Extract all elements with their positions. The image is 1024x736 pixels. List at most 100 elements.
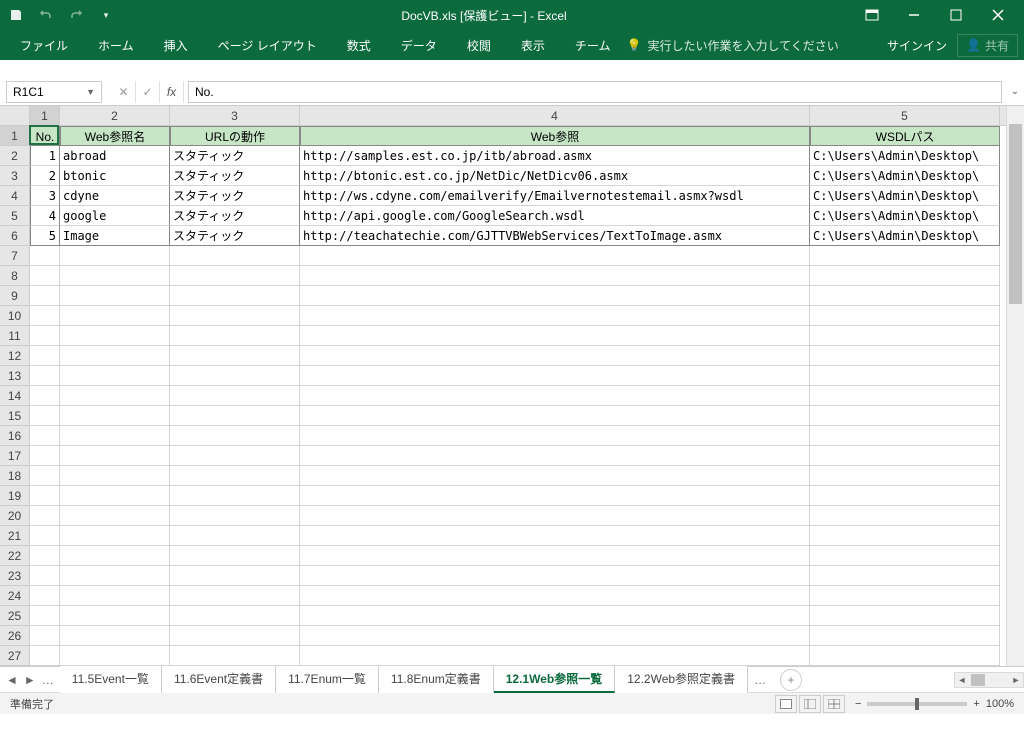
empty-cell[interactable] — [810, 486, 1000, 506]
empty-cell[interactable] — [60, 506, 170, 526]
empty-cell[interactable] — [810, 566, 1000, 586]
data-cell[interactable]: 1 — [30, 146, 60, 166]
row-header[interactable]: 26 — [0, 626, 29, 646]
empty-cell[interactable] — [60, 426, 170, 446]
data-cell[interactable]: C:\Users\Admin\Desktop\ — [810, 166, 1000, 186]
scroll-left-icon[interactable]: ◄ — [955, 675, 969, 685]
data-cell[interactable]: スタティック — [170, 226, 300, 246]
sheet-tab[interactable]: 12.1Web参照一覧 — [494, 666, 615, 693]
empty-cell[interactable] — [60, 646, 170, 666]
empty-cell[interactable] — [30, 366, 60, 386]
row-header[interactable]: 20 — [0, 506, 29, 526]
row-header[interactable]: 13 — [0, 366, 29, 386]
col-header[interactable]: 4 — [300, 106, 810, 125]
tab-formulas[interactable]: 数式 — [333, 31, 385, 60]
empty-cell[interactable] — [30, 386, 60, 406]
empty-cell[interactable] — [810, 246, 1000, 266]
empty-cell[interactable] — [810, 326, 1000, 346]
undo-icon[interactable] — [36, 5, 56, 25]
empty-cell[interactable] — [300, 566, 810, 586]
empty-cell[interactable] — [30, 586, 60, 606]
fx-icon[interactable]: fx — [160, 81, 184, 103]
empty-cell[interactable] — [60, 326, 170, 346]
sheet-more-icon[interactable]: … — [748, 673, 772, 687]
row-header[interactable]: 2 — [0, 146, 29, 166]
sheet-tab[interactable]: 11.6Event定義書 — [162, 666, 276, 693]
empty-cell[interactable] — [300, 546, 810, 566]
empty-cell[interactable] — [30, 646, 60, 666]
tab-data[interactable]: データ — [387, 31, 451, 60]
data-cell[interactable]: abroad — [60, 146, 170, 166]
empty-cell[interactable] — [300, 346, 810, 366]
data-cell[interactable]: http://api.google.com/GoogleSearch.wsdl — [300, 206, 810, 226]
tab-team[interactable]: チーム — [561, 31, 625, 60]
data-cell[interactable]: 2 — [30, 166, 60, 186]
tab-insert[interactable]: 挿入 — [150, 31, 202, 60]
data-cell[interactable]: C:\Users\Admin\Desktop\ — [810, 226, 1000, 246]
sheet-nav-next-icon[interactable]: ► — [24, 673, 36, 687]
row-header[interactable]: 17 — [0, 446, 29, 466]
empty-cell[interactable] — [60, 566, 170, 586]
empty-cell[interactable] — [170, 466, 300, 486]
empty-cell[interactable] — [170, 406, 300, 426]
empty-cell[interactable] — [60, 366, 170, 386]
empty-cell[interactable] — [810, 546, 1000, 566]
empty-cell[interactable] — [810, 446, 1000, 466]
empty-cell[interactable] — [170, 606, 300, 626]
empty-cell[interactable] — [300, 306, 810, 326]
empty-cell[interactable] — [60, 606, 170, 626]
row-header[interactable]: 25 — [0, 606, 29, 626]
empty-cell[interactable] — [30, 466, 60, 486]
empty-cell[interactable] — [810, 586, 1000, 606]
empty-cell[interactable] — [30, 566, 60, 586]
empty-cell[interactable] — [300, 286, 810, 306]
data-cell[interactable]: Image — [60, 226, 170, 246]
row-header[interactable]: 19 — [0, 486, 29, 506]
tab-review[interactable]: 校閲 — [453, 31, 505, 60]
sheet-tab[interactable]: 12.2Web参照定義書 — [615, 666, 748, 693]
empty-cell[interactable] — [60, 346, 170, 366]
empty-cell[interactable] — [60, 466, 170, 486]
sheet-tab[interactable]: 11.5Event一覧 — [60, 666, 162, 693]
data-cell[interactable]: http://teachatechie.com/GJTTVBWebService… — [300, 226, 810, 246]
data-cell[interactable]: C:\Users\Admin\Desktop\ — [810, 146, 1000, 166]
empty-cell[interactable] — [810, 646, 1000, 666]
row-header[interactable]: 10 — [0, 306, 29, 326]
tab-page-layout[interactable]: ページ レイアウト — [204, 31, 331, 60]
col-header[interactable]: 3 — [170, 106, 300, 125]
vertical-scrollbar[interactable] — [1006, 106, 1024, 666]
row-header[interactable]: 9 — [0, 286, 29, 306]
empty-cell[interactable] — [60, 546, 170, 566]
signin-button[interactable]: サインイン — [887, 37, 947, 54]
empty-cell[interactable] — [810, 626, 1000, 646]
empty-cell[interactable] — [300, 366, 810, 386]
normal-view-icon[interactable] — [775, 695, 797, 713]
redo-icon[interactable] — [66, 5, 86, 25]
sheet-nav-more-icon[interactable]: … — [42, 673, 54, 687]
empty-cell[interactable] — [170, 546, 300, 566]
data-cell[interactable]: スタティック — [170, 186, 300, 206]
header-cell[interactable]: URLの動作 — [170, 126, 300, 146]
empty-cell[interactable] — [170, 526, 300, 546]
empty-cell[interactable] — [60, 286, 170, 306]
data-cell[interactable]: 5 — [30, 226, 60, 246]
row-header[interactable]: 15 — [0, 406, 29, 426]
empty-cell[interactable] — [810, 506, 1000, 526]
empty-cell[interactable] — [300, 646, 810, 666]
empty-cell[interactable] — [300, 486, 810, 506]
sheet-nav-prev-icon[interactable]: ◄ — [6, 673, 18, 687]
row-header[interactable]: 1 — [0, 126, 29, 146]
col-header[interactable]: 2 — [60, 106, 170, 125]
data-cell[interactable]: 3 — [30, 186, 60, 206]
empty-cell[interactable] — [300, 406, 810, 426]
row-header[interactable]: 8 — [0, 266, 29, 286]
empty-cell[interactable] — [30, 326, 60, 346]
maximize-icon[interactable] — [936, 1, 976, 29]
empty-cell[interactable] — [300, 626, 810, 646]
row-header[interactable]: 24 — [0, 586, 29, 606]
scroll-right-icon[interactable]: ► — [1009, 675, 1023, 685]
data-cell[interactable]: cdyne — [60, 186, 170, 206]
empty-cell[interactable] — [300, 506, 810, 526]
empty-cell[interactable] — [300, 426, 810, 446]
empty-cell[interactable] — [170, 346, 300, 366]
